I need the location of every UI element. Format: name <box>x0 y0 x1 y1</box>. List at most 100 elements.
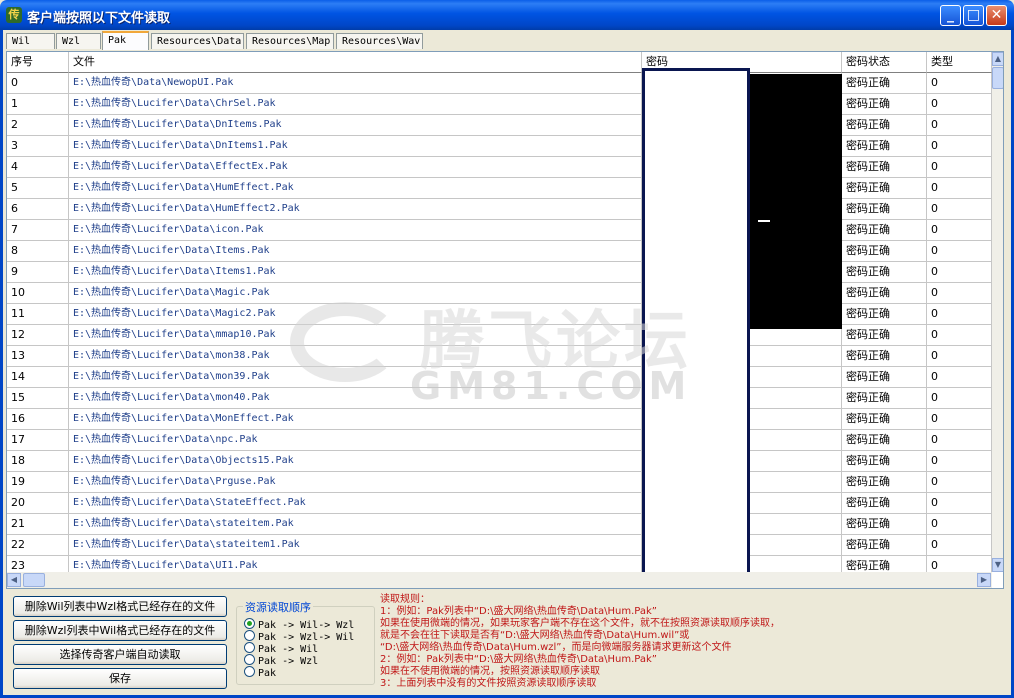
cell-password-status: 密码正确 <box>842 178 927 199</box>
tab-resources-wav[interactable]: Resources\Wav <box>336 33 423 49</box>
radio-option-4[interactable]: Pak <box>244 666 277 679</box>
table-row[interactable]: 17 E:\热血传奇\Lucifer\Data\npc.Pak 密码正确 0 <box>7 430 992 451</box>
cell-password-status: 密码正确 <box>842 409 927 430</box>
save-button[interactable]: 保存 <box>13 668 227 689</box>
cell-password-status: 密码正确 <box>842 283 927 304</box>
cell-index: 16 <box>7 409 69 430</box>
table-row[interactable]: 1 E:\热血传奇\Lucifer\Data\ChrSel.Pak 密码正确 0 <box>7 94 992 115</box>
auto-read-button[interactable]: 选择传奇客户端自动读取 <box>13 644 227 665</box>
window-title: 客户端按照以下文件读取 <box>27 11 171 26</box>
cell-index: 7 <box>7 220 69 241</box>
cell-index: 6 <box>7 199 69 220</box>
table-row[interactable]: 14 E:\热血传奇\Lucifer\Data\mon39.Pak 密码正确 0 <box>7 367 992 388</box>
cell-type: 0 <box>927 304 992 325</box>
cell-password-status: 密码正确 <box>842 430 927 451</box>
cell-password-status: 密码正确 <box>842 493 927 514</box>
table-row[interactable]: 3 E:\热血传奇\Lucifer\Data\DnItems1.Pak 密码正确 0 <box>7 136 992 157</box>
cell-password-status: 密码正确 <box>842 241 927 262</box>
table-row[interactable]: 6 E:\热血传奇\Lucifer\Data\HumEffect2.Pak 密码正确… <box>7 199 992 220</box>
cell-type: 0 <box>927 451 992 472</box>
delete-wzl-button[interactable]: 删除Wzl列表中Wil格式已经存在的文件 <box>13 620 227 641</box>
cell-type: 0 <box>927 94 992 115</box>
cell-index: 2 <box>7 115 69 136</box>
cell-password-status: 密码正确 <box>842 367 927 388</box>
column-header-password-status[interactable]: 密码状态 <box>842 52 927 73</box>
table-row[interactable]: 8 E:\热血传奇\Lucifer\Data\Items.Pak 密码正确 0 <box>7 241 992 262</box>
table-row[interactable]: 11 E:\热血传奇\Lucifer\Data\Magic2.Pak 密码正确 0 <box>7 304 992 325</box>
scroll-left-icon[interactable]: ◀ <box>7 573 21 587</box>
close-icon: ✕ <box>990 7 1003 23</box>
table-row[interactable]: 13 E:\热血传奇\Lucifer\Data\mon38.Pak 密码正确 0 <box>7 346 992 367</box>
tab-wzl[interactable]: Wzl <box>56 33 101 49</box>
cell-type: 0 <box>927 493 992 514</box>
table-row[interactable]: 19 E:\热血传奇\Lucifer\Data\Prguse.Pak 密码正确 0 <box>7 472 992 493</box>
cell-file: E:\热血传奇\Lucifer\Data\mon40.Pak <box>69 388 642 409</box>
radio-option-0[interactable]: Pak -> Wil-> Wzl <box>244 618 354 631</box>
cell-index: 12 <box>7 325 69 346</box>
cell-file: E:\热血传奇\Lucifer\Data\DnItems.Pak <box>69 115 642 136</box>
radio-option-1[interactable]: Pak -> Wzl-> Wil <box>244 630 354 643</box>
cell-index: 13 <box>7 346 69 367</box>
cell-file: E:\热血传奇\Lucifer\Data\mmap10.Pak <box>69 325 642 346</box>
cell-index: 5 <box>7 178 69 199</box>
scroll-right-icon[interactable]: ▶ <box>977 573 991 587</box>
cell-file: E:\热血传奇\Lucifer\Data\Objects15.Pak <box>69 451 642 472</box>
table-row[interactable]: 5 E:\热血传奇\Lucifer\Data\HumEffect.Pak 密码正确 0 <box>7 178 992 199</box>
cell-type: 0 <box>927 430 992 451</box>
table-row[interactable]: 18 E:\热血传奇\Lucifer\Data\Objects15.Pak 密码正确… <box>7 451 992 472</box>
vertical-scrollbar[interactable]: ▲ ▼ <box>992 52 1003 572</box>
cell-file: E:\热血传奇\Lucifer\Data\HumEffect2.Pak <box>69 199 642 220</box>
maximize-button[interactable]: □ <box>963 5 984 26</box>
cell-type: 0 <box>927 367 992 388</box>
radio-option-3[interactable]: Pak -> Wzl <box>244 654 318 667</box>
cell-type: 0 <box>927 409 992 430</box>
minimize-button[interactable]: _ <box>940 5 961 26</box>
table-row[interactable]: 10 E:\热血传奇\Lucifer\Data\Magic.Pak 密码正确 0 <box>7 283 992 304</box>
cell-password-status: 密码正确 <box>842 304 927 325</box>
tab-resources-map[interactable]: Resources\Map <box>246 33 334 49</box>
radio-label: Pak <box>258 668 277 679</box>
table-row[interactable]: 7 E:\热血传奇\Lucifer\Data\icon.Pak 密码正确 0 <box>7 220 992 241</box>
title-bar[interactable]: 传 客户端按照以下文件读取 _ □ ✕ <box>0 0 1014 30</box>
cell-password-status: 密码正确 <box>842 346 927 367</box>
cell-file: E:\热血传奇\Lucifer\Data\Prguse.Pak <box>69 472 642 493</box>
table-row[interactable]: 9 E:\热血传奇\Lucifer\Data\Items1.Pak 密码正确 0 <box>7 262 992 283</box>
column-header-file[interactable]: 文件 <box>69 52 642 73</box>
cell-file: E:\热血传奇\Lucifer\Data\stateitem.Pak <box>69 514 642 535</box>
tab-pak[interactable]: Pak <box>102 31 149 50</box>
horizontal-scroll-thumb[interactable] <box>23 573 45 587</box>
column-header-type[interactable]: 类型 <box>927 52 992 73</box>
vertical-scroll-thumb[interactable] <box>992 67 1003 89</box>
table-row[interactable]: 15 E:\热血传奇\Lucifer\Data\mon40.Pak 密码正确 0 <box>7 388 992 409</box>
column-header-index[interactable]: 序号 <box>7 52 69 73</box>
radio-option-2[interactable]: Pak -> Wil <box>244 642 318 655</box>
maximize-icon: □ <box>966 7 981 23</box>
scroll-up-icon[interactable]: ▲ <box>992 52 1003 66</box>
cell-index: 20 <box>7 493 69 514</box>
cell-index: 0 <box>7 73 69 94</box>
cell-password-status: 密码正确 <box>842 451 927 472</box>
scroll-down-icon[interactable]: ▼ <box>992 558 1003 572</box>
tab-wil[interactable]: Wil <box>6 33 55 49</box>
cell-file: E:\热血传奇\Lucifer\Data\StateEffect.Pak <box>69 493 642 514</box>
table-row[interactable]: 21 E:\热血传奇\Lucifer\Data\stateitem.Pak 密码正确… <box>7 514 992 535</box>
close-button[interactable]: ✕ <box>986 5 1007 26</box>
table-row[interactable]: 20 E:\热血传奇\Lucifer\Data\StateEffect.Pak 密码… <box>7 493 992 514</box>
cell-type: 0 <box>927 325 992 346</box>
cell-index: 22 <box>7 535 69 556</box>
horizontal-scrollbar[interactable]: ◀ ▶ <box>7 572 992 588</box>
cell-type: 0 <box>927 115 992 136</box>
table-row[interactable]: 22 E:\热血传奇\Lucifer\Data\stateitem1.Pak 密码正… <box>7 535 992 556</box>
table-row[interactable]: 16 E:\热血传奇\Lucifer\Data\MonEffect.Pak 密码正确… <box>7 409 992 430</box>
table-row[interactable]: 2 E:\热血传奇\Lucifer\Data\DnItems.Pak 密码正确 0 <box>7 115 992 136</box>
file-list-table[interactable]: 序号 文件 密码 密码状态 类型 0 E:\热血传奇\Data\NewopUI.P… <box>6 51 1004 589</box>
cell-index: 8 <box>7 241 69 262</box>
tab-resources-data[interactable]: Resources\Data <box>151 33 244 49</box>
cell-password-status: 密码正确 <box>842 325 927 346</box>
table-row[interactable]: 0 E:\热血传奇\Data\NewopUI.Pak 密码正确 0 <box>7 73 992 94</box>
table-row[interactable]: 4 E:\热血传奇\Lucifer\Data\EffectEx.Pak 密码正确 0 <box>7 157 992 178</box>
table-row[interactable]: 12 E:\热血传奇\Lucifer\Data\mmap10.Pak 密码正确 0 <box>7 325 992 346</box>
delete-wil-button[interactable]: 删除Wil列表中Wzl格式已经存在的文件 <box>13 596 227 617</box>
cell-password-status: 密码正确 <box>842 73 927 94</box>
cell-index: 9 <box>7 262 69 283</box>
